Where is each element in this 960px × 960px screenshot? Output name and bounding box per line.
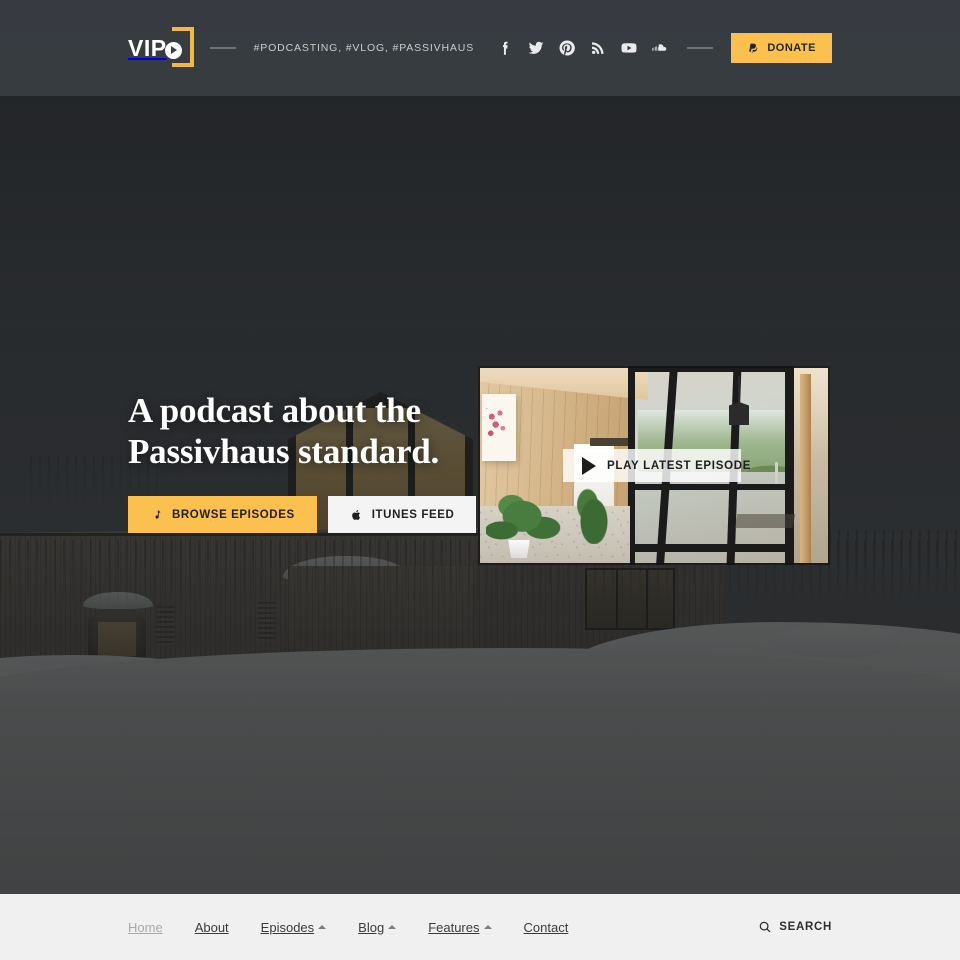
headline-line-1: A podcast about the <box>128 391 421 430</box>
play-latest-episode-button[interactable]: PLAY LATEST EPISODE <box>563 449 750 482</box>
soundcloud-icon <box>652 44 667 51</box>
header-tagline: #PODCASTING, #VLOG, #PASSIVHAUS <box>253 42 475 54</box>
thumb-plant-main <box>486 492 572 556</box>
logo-mark: VIP <box>128 27 194 67</box>
play-triangle-icon <box>582 456 596 475</box>
page-root: VIP #PODCASTING, #VLOG, #PASSIVHAUS DONA… <box>0 0 960 960</box>
nav-item-home[interactable]: Home <box>128 920 179 935</box>
hero-content: A podcast about the Passivhaus standard.… <box>0 0 960 894</box>
social-link-pinterest[interactable] <box>558 39 576 57</box>
header-divider-left <box>209 47 236 49</box>
thumb-door-rail <box>628 484 794 490</box>
thumb-wall-art <box>482 394 516 461</box>
thumb-plant-secondary <box>574 488 614 544</box>
browse-episodes-label: BROWSE EPISODES <box>172 508 295 521</box>
logo-bracket-decoration <box>171 27 194 67</box>
nav-label-episodes: Episodes <box>260 919 315 935</box>
youtube-icon <box>621 43 637 53</box>
donate-button[interactable]: DONATE <box>731 33 832 63</box>
play-latest-episode-label: PLAY LATEST EPISODE <box>607 459 752 472</box>
itunes-feed-button[interactable]: ITUNES FEED <box>327 496 477 533</box>
rss-icon <box>592 42 604 54</box>
logo-text: VIP <box>128 34 167 61</box>
thumb-wood-post <box>800 374 811 565</box>
social-link-facebook[interactable] <box>496 39 514 57</box>
nav-item-contact[interactable]: Contact <box>508 920 585 935</box>
thumb-door-handle <box>775 462 778 484</box>
nav-item-blog[interactable]: Blog <box>342 920 412 935</box>
social-link-twitter[interactable] <box>527 39 545 57</box>
chevron-up-icon <box>388 924 397 929</box>
header-divider-right <box>687 47 714 49</box>
nav-label-blog: Blog <box>358 919 385 935</box>
pinterest-icon <box>559 40 576 56</box>
browse-episodes-button[interactable]: BROWSE EPISODES <box>128 496 317 533</box>
music-note-icon <box>155 509 161 519</box>
paypal-icon <box>749 43 758 53</box>
thumb-pendant-lantern <box>733 376 745 421</box>
social-link-youtube[interactable] <box>620 39 638 57</box>
nav-item-about[interactable]: About <box>179 920 245 935</box>
site-logo[interactable]: VIP <box>128 27 194 68</box>
social-link-rss[interactable] <box>589 39 607 57</box>
thumb-door-frame <box>628 366 793 372</box>
donate-label: DONATE <box>767 42 816 54</box>
itunes-feed-label: ITUNES FEED <box>371 508 455 521</box>
social-link-soundcloud[interactable] <box>651 39 669 57</box>
nav-label-features: Features <box>428 919 480 935</box>
social-links <box>496 39 669 57</box>
thumb-door-mullion <box>785 366 794 565</box>
header-right-cluster: DONATE <box>496 33 832 63</box>
thumb-doormat <box>734 514 796 528</box>
facebook-icon <box>503 41 508 55</box>
thumb-door-rail <box>628 544 794 552</box>
bottom-navigation-bar: Home About Episodes Blog Features Contac… <box>0 894 960 960</box>
nav-label-home: Home <box>128 919 163 935</box>
chevron-up-icon <box>318 924 327 929</box>
nav-item-features[interactable]: Features <box>412 920 507 935</box>
thumb-shelf <box>590 438 632 446</box>
twitter-icon <box>528 41 544 54</box>
hero-headline: A podcast about the Passivhaus standard. <box>128 390 508 473</box>
search-label: SEARCH <box>779 921 832 933</box>
headline-line-2: Passivhaus standard. <box>128 432 440 472</box>
chevron-up-icon <box>483 924 492 929</box>
nav-label-contact: Contact <box>523 919 569 935</box>
top-header-bar: VIP #PODCASTING, #VLOG, #PASSIVHAUS DONA… <box>0 0 960 96</box>
nav-item-episodes[interactable]: Episodes <box>245 920 342 935</box>
search-toggle[interactable]: SEARCH <box>758 920 832 934</box>
main-nav: Home About Episodes Blog Features Contac… <box>128 920 584 935</box>
search-icon <box>759 921 771 933</box>
nav-label-about: About <box>194 919 229 935</box>
hero-cta-row: BROWSE EPISODES ITUNES FEED <box>128 496 477 533</box>
apple-icon <box>351 509 360 520</box>
